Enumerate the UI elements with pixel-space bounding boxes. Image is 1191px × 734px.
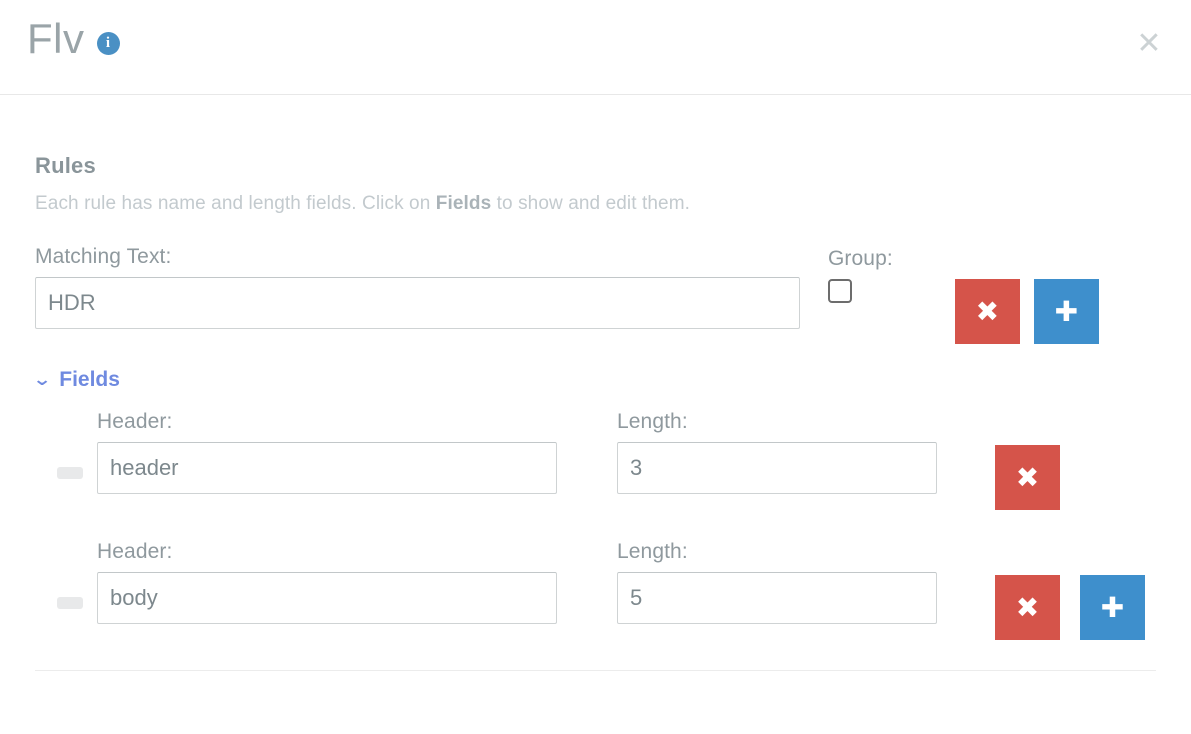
- fields-list: Header: Length: ✖ Header: Length: ✖: [35, 410, 1156, 640]
- group-label: Group:: [828, 247, 893, 270]
- field-header-group: Header:: [97, 410, 557, 494]
- dialog-title-group: Flv i: [27, 18, 120, 60]
- fields-toggle-label: Fields: [59, 368, 120, 391]
- field-length-label: Length:: [617, 540, 688, 563]
- field-actions: ✖ ✚: [995, 540, 1145, 640]
- field-length-input[interactable]: [617, 572, 937, 624]
- rules-heading: Rules: [35, 153, 96, 178]
- bottom-divider: [35, 670, 1156, 671]
- delete-field-button[interactable]: ✖: [995, 575, 1060, 640]
- field-header-input[interactable]: [97, 442, 557, 494]
- field-row: Header: Length: ✖ ✚: [35, 540, 1156, 640]
- rules-description-emphasis: Fields: [435, 193, 492, 214]
- dialog-body: Rules Each rule has name and length fiel…: [0, 153, 1191, 640]
- matching-text-input[interactable]: [35, 277, 800, 329]
- field-length-input[interactable]: [617, 442, 937, 494]
- fields-toggle[interactable]: ⌄ Fields: [32, 368, 120, 392]
- remove-field-handle-icon[interactable]: [57, 467, 83, 479]
- field-header-input[interactable]: [97, 572, 557, 624]
- chevron-down-icon: ⌄: [32, 369, 52, 390]
- field-length-group: Length:: [617, 410, 937, 494]
- matching-text-label: Matching Text:: [35, 245, 172, 268]
- field-header-group: Header:: [97, 540, 557, 624]
- rule-actions: ✖ ✚: [954, 245, 1099, 344]
- field-row: Header: Length: ✖: [35, 410, 1156, 510]
- field-header-label: Header:: [97, 540, 173, 563]
- rules-description-prefix: Each rule has name and length fields. Cl…: [35, 193, 436, 214]
- add-field-button[interactable]: ✚: [1080, 575, 1145, 640]
- dialog-header: Flv i ✕: [0, 0, 1191, 95]
- add-rule-button[interactable]: ✚: [1033, 279, 1099, 344]
- rules-description: Each rule has name and length fields. Cl…: [35, 193, 1156, 215]
- delete-rule-button[interactable]: ✖: [954, 279, 1020, 344]
- group-checkbox-group: Group:: [828, 245, 893, 303]
- field-header-label: Header:: [97, 410, 173, 433]
- delete-field-button[interactable]: ✖: [995, 445, 1060, 510]
- info-icon[interactable]: i: [96, 31, 120, 55]
- rule-row: Matching Text: Group: ✖ ✚: [35, 245, 1156, 344]
- field-length-label: Length:: [617, 410, 688, 433]
- group-checkbox[interactable]: [828, 279, 852, 303]
- rules-description-suffix: to show and edit them.: [491, 193, 691, 214]
- field-length-group: Length:: [617, 540, 937, 624]
- remove-field-handle-icon[interactable]: [57, 597, 83, 609]
- page-title: Flv: [27, 15, 85, 62]
- matching-text-group: Matching Text:: [35, 245, 800, 329]
- field-actions: ✖: [995, 410, 1060, 510]
- close-icon[interactable]: ✕: [1129, 24, 1169, 64]
